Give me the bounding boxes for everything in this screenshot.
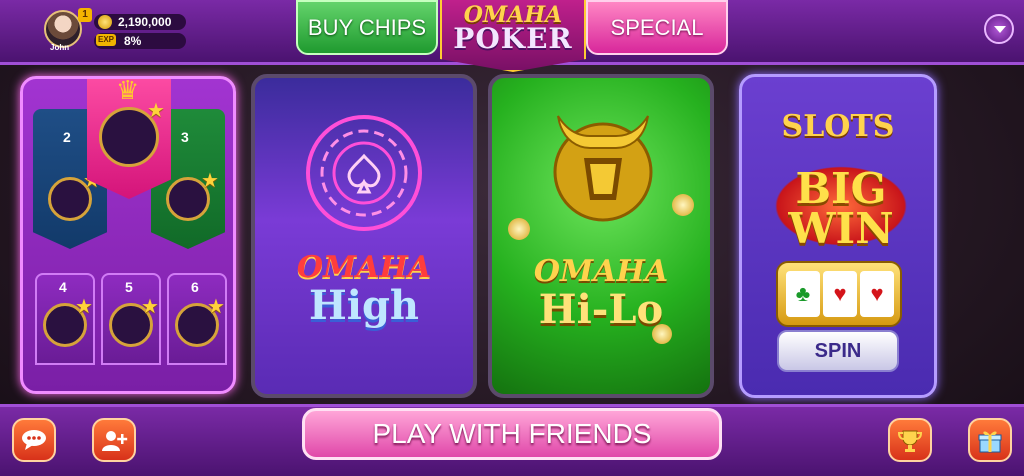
omaha-hilo-card[interactable]: OMAHA Hi-Lo (488, 74, 714, 398)
omaha-high-title-line2: High (308, 282, 420, 329)
cherry-icon: ♥ (860, 271, 894, 317)
omaha-high-title-line1: OMAHA (296, 250, 432, 285)
player-name: John (50, 43, 70, 52)
chat-icon[interactable] (12, 418, 56, 462)
star-icon: ★ (75, 296, 93, 318)
exp-percent: 8% (124, 34, 142, 48)
chips-amount: 2,190,000 (118, 15, 172, 29)
slots-title: SLOTS (781, 109, 895, 144)
cherry-icon: ♥ (823, 271, 857, 317)
buy-chips-button[interactable]: BUY CHIPS (296, 0, 438, 55)
seat-number: 6 (191, 279, 199, 295)
special-button[interactable]: SPECIAL (586, 0, 728, 55)
crown-icon: ♛ (116, 76, 140, 105)
omaha-hilo-title-line1: OMAHA (533, 254, 669, 289)
play-with-friends-button[interactable]: PLAY WITH FRIENDS (302, 408, 722, 460)
omaha-hilo-title-line2: Hi-Lo (538, 286, 664, 333)
slot-reels: ♣ ♥ ♥ (776, 261, 902, 327)
cherry-icon: ♣ (786, 271, 820, 317)
vip-badge: 1 (78, 8, 92, 22)
big-win-text: BIG WIN (788, 164, 894, 253)
sit-and-go-card[interactable]: 2 ★ 3 ★ ♛ ★ 4 ★ 5 ★ 6 ★ (20, 76, 236, 394)
bull-emblem-icon (553, 115, 653, 222)
star-icon: ★ (207, 296, 225, 318)
chevron-down-icon[interactable] (984, 14, 1014, 44)
star-icon: ★ (147, 100, 165, 122)
star-icon: ★ (201, 170, 219, 192)
exp-icon: EXP (96, 34, 116, 46)
seat-number: 4 (59, 279, 67, 295)
omaha-high-card[interactable]: OMAHA High (251, 74, 477, 398)
seat-number: 2 (63, 129, 71, 145)
poker-chip-icon (306, 115, 422, 231)
coin-icon (508, 218, 530, 240)
trophy-icon[interactable] (888, 418, 932, 462)
add-friend-icon[interactable] (92, 418, 136, 462)
spin-button[interactable]: SPIN (777, 330, 899, 372)
coin-icon (98, 15, 112, 29)
coin-icon (672, 194, 694, 216)
seat-number: 5 (125, 279, 133, 295)
gift-icon[interactable] (968, 418, 1012, 462)
seat-number: 3 (181, 129, 189, 145)
star-icon: ★ (141, 296, 159, 318)
logo-line2: POKER (453, 22, 573, 55)
